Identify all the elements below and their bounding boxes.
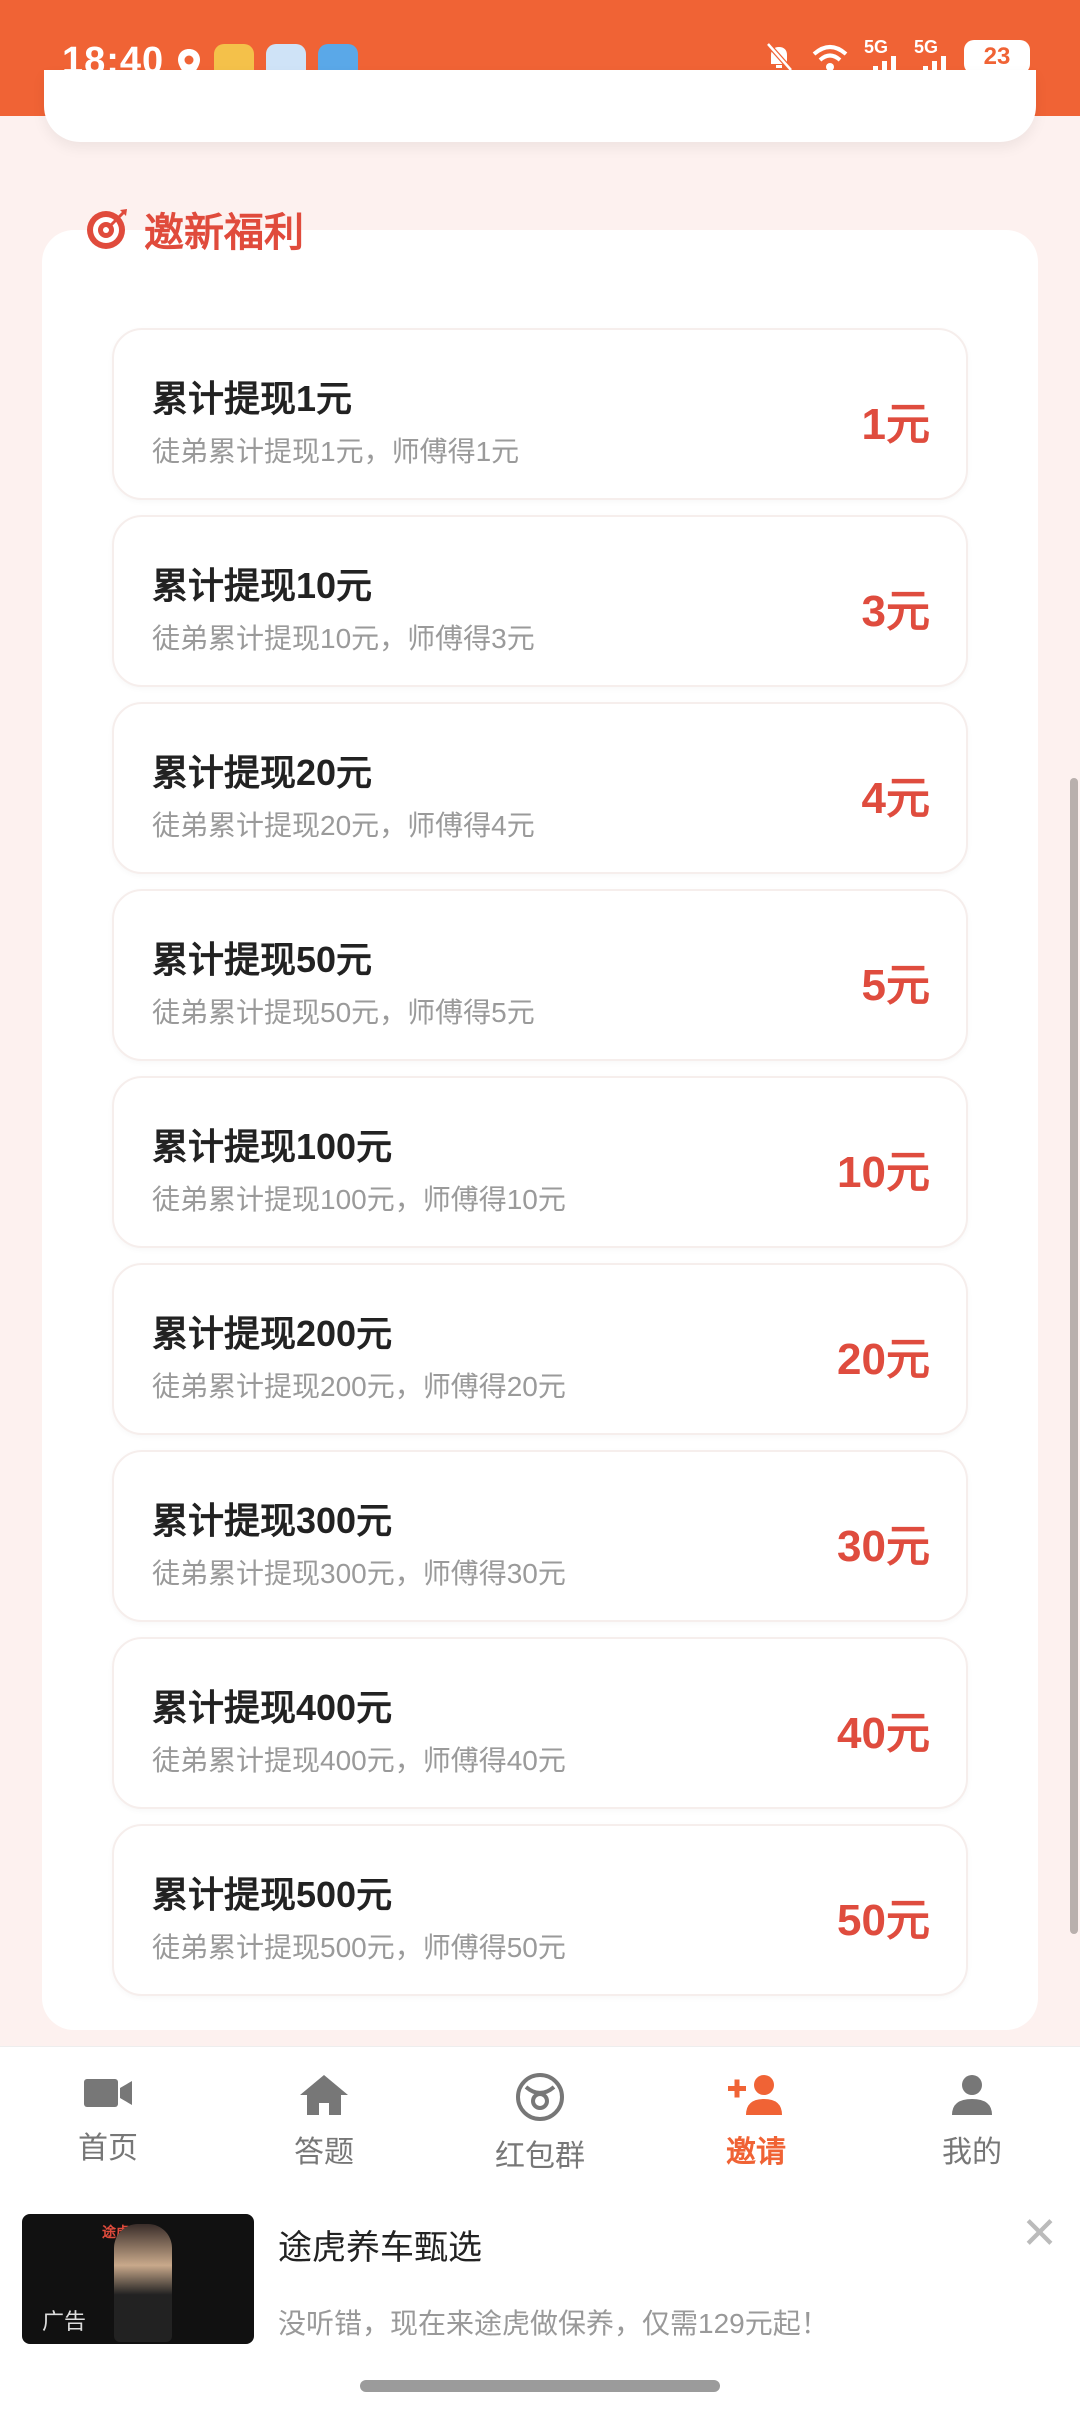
nav-label: 我的	[942, 2136, 1002, 2169]
nav-item-quiz[interactable]: 答题	[216, 2047, 432, 2192]
nav-label: 答题	[294, 2136, 354, 2169]
reward-title: 累计提现300元	[152, 1500, 393, 1541]
reward-desc: 徒弟累计提现200元，师傅得20元	[152, 1371, 566, 1402]
reward-desc: 徒弟累计提现50元，师傅得5元	[152, 997, 535, 1028]
add-user-icon	[728, 2075, 782, 2115]
bottom-nav: 首页 答题 红包群 邀请 我的	[0, 2046, 1080, 2192]
reward-amount: 30元	[837, 1522, 930, 1571]
reward-list: 累计提现1元 徒弟累计提现1元，师傅得1元 1元 累计提现10元 徒弟累计提现1…	[112, 328, 968, 2011]
close-icon[interactable]: ✕	[1021, 2212, 1058, 2256]
reward-title: 累计提现400元	[152, 1687, 393, 1728]
reward-item: 累计提现100元 徒弟累计提现100元，师傅得10元 10元	[112, 1076, 968, 1248]
reward-title: 累计提现10元	[152, 565, 373, 606]
reward-item: 累计提现20元 徒弟累计提现20元，师傅得4元 4元	[112, 702, 968, 874]
reward-item: 累计提现400元 徒弟累计提现400元，师傅得40元 40元	[112, 1637, 968, 1809]
nav-item-profile[interactable]: 我的	[864, 2047, 1080, 2192]
reward-item: 累计提现1元 徒弟累计提现1元，师傅得1元 1元	[112, 328, 968, 500]
mute-bell-icon	[766, 42, 793, 72]
ad-thumbnail[interactable]: 途虎 广告	[22, 2214, 254, 2344]
target-icon	[87, 209, 127, 249]
ad-title[interactable]: 途虎养车甄选	[278, 2220, 482, 2269]
nav-label: 首页	[78, 2132, 138, 2165]
reward-amount: 20元	[837, 1335, 930, 1384]
reward-desc: 徒弟累计提现500元，师傅得50元	[152, 1932, 566, 1963]
section-header: 邀新福利	[84, 200, 304, 258]
reward-item: 累计提现10元 徒弟累计提现10元，师傅得3元 3元	[112, 515, 968, 687]
reward-amount: 1元	[861, 400, 930, 449]
reward-item: 累计提现50元 徒弟累计提现50元，师傅得5元 5元	[112, 889, 968, 1061]
nav-label: 红包群	[495, 2140, 585, 2173]
reward-item: 累计提现500元 徒弟累计提现500元，师傅得50元 50元	[112, 1824, 968, 1996]
reward-amount: 3元	[861, 587, 930, 636]
ad-tag: 广告	[42, 2309, 87, 2334]
reward-item: 累计提现200元 徒弟累计提现200元，师傅得20元 20元	[112, 1263, 968, 1435]
scrollbar[interactable]	[1070, 778, 1078, 1934]
reward-amount: 10元	[837, 1148, 930, 1197]
video-camera-icon	[84, 2079, 132, 2107]
reward-item: 累计提现300元 徒弟累计提现300元，师傅得30元 30元	[112, 1450, 968, 1622]
section-title: 邀新福利	[144, 211, 304, 255]
reward-title: 累计提现100元	[152, 1126, 393, 1167]
reward-desc: 徒弟累计提现10元，师傅得3元	[152, 623, 535, 654]
reward-desc: 徒弟累计提现100元，师傅得10元	[152, 1184, 566, 1215]
nav-label: 邀请	[726, 2136, 786, 2169]
red-envelope-icon	[516, 2073, 564, 2121]
reward-title: 累计提现50元	[152, 939, 373, 980]
wifi-icon	[812, 45, 848, 71]
network-type-label: 5G	[914, 37, 939, 57]
reward-amount: 50元	[837, 1896, 930, 1945]
nav-item-invite[interactable]: 邀请	[648, 2047, 864, 2192]
ad-image-person	[114, 2224, 172, 2342]
home-indicator[interactable]	[360, 2380, 720, 2392]
reward-desc: 徒弟累计提现1元，师傅得1元	[152, 436, 520, 467]
home-icon	[300, 2075, 348, 2115]
reward-title: 累计提现500元	[152, 1874, 393, 1915]
reward-amount: 4元	[861, 774, 930, 823]
battery-indicator: 23	[964, 40, 1030, 74]
reward-amount: 40元	[837, 1709, 930, 1758]
nav-item-red-envelope-group[interactable]: 红包群	[432, 2047, 648, 2192]
reward-title: 累计提现20元	[152, 752, 373, 793]
reward-title: 累计提现1元	[152, 378, 353, 419]
previous-card	[44, 70, 1036, 142]
reward-desc: 徒弟累计提现20元，师傅得4元	[152, 810, 535, 841]
nav-item-home[interactable]: 首页	[0, 2047, 216, 2192]
network-type-label: 5G	[864, 37, 889, 57]
reward-desc: 徒弟累计提现300元，师傅得30元	[152, 1558, 566, 1589]
reward-title: 累计提现200元	[152, 1313, 393, 1354]
reward-amount: 5元	[861, 961, 930, 1010]
ad-description[interactable]: 没听错，现在来途虎做保养，仅需129元起！	[278, 2302, 829, 2342]
reward-desc: 徒弟累计提现400元，师傅得40元	[152, 1745, 566, 1776]
person-icon	[952, 2075, 992, 2115]
